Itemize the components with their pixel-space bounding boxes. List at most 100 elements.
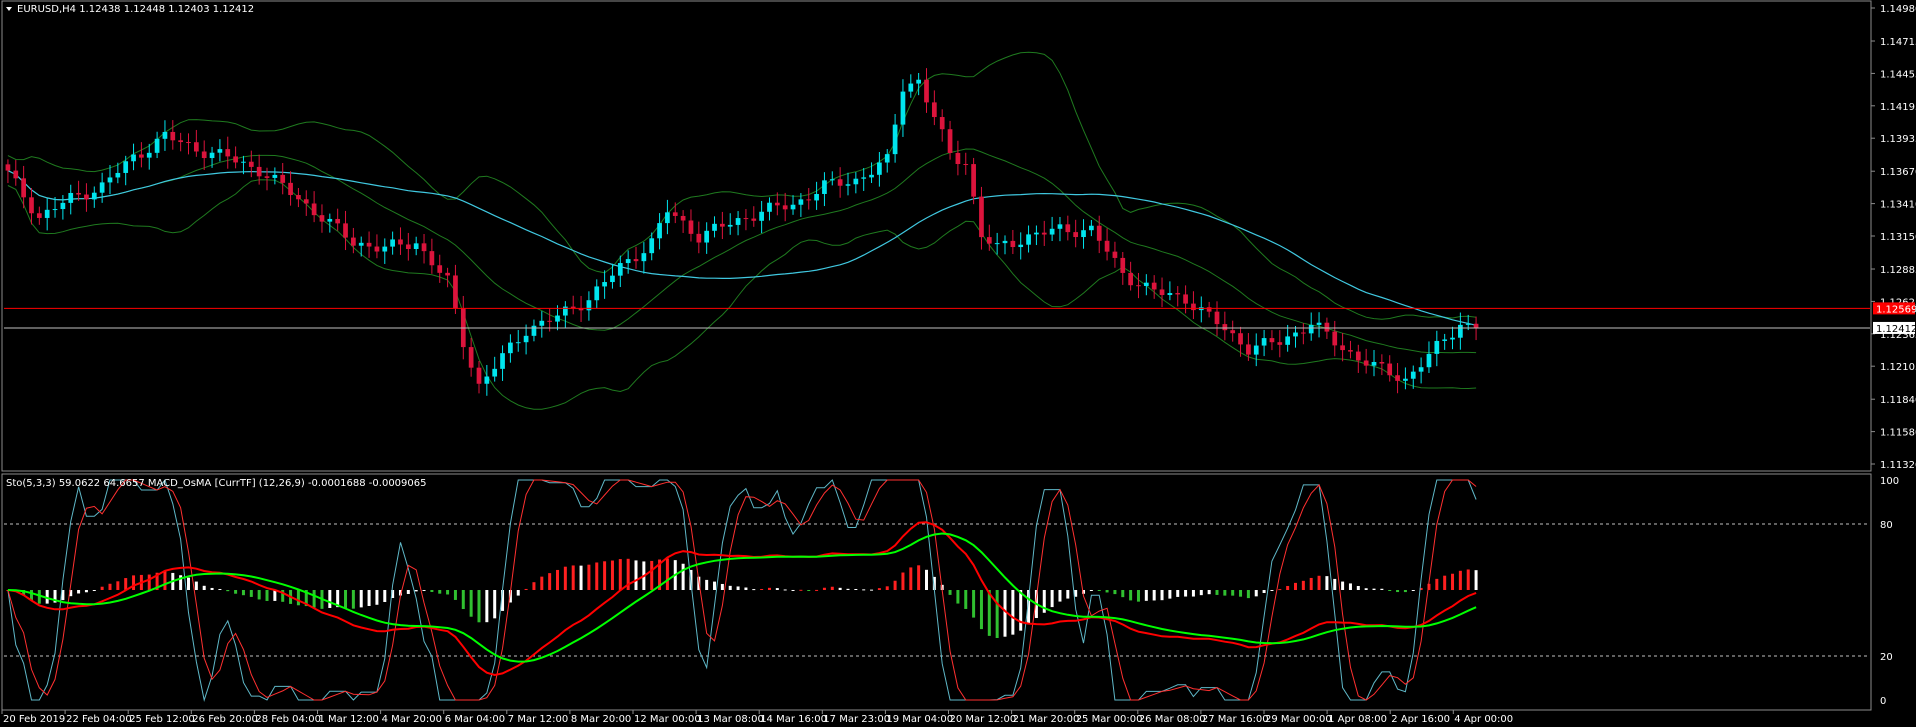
osma-bar — [147, 574, 151, 590]
osma-bar — [1184, 590, 1188, 597]
candle — [798, 193, 804, 217]
candle — [178, 132, 184, 152]
osma-bar — [1474, 570, 1478, 590]
time-tick-label: 4 Apr 00:00 — [1454, 714, 1513, 725]
candle — [413, 236, 419, 256]
osma-bar — [92, 590, 96, 591]
symbol-header: EURUSD,H4 1.12438 1.12448 1.12403 1.1241… — [17, 4, 254, 15]
osma-bar — [846, 588, 850, 590]
osma-bar — [1333, 578, 1337, 590]
candle — [264, 167, 270, 191]
osma-bar — [783, 589, 787, 591]
candle — [1112, 241, 1118, 268]
osma-bar — [1451, 573, 1455, 590]
time-tick-label: 17 Mar 23:00 — [823, 714, 890, 725]
candle — [727, 213, 733, 235]
osma-bar — [1364, 588, 1368, 590]
osma-bar — [257, 590, 261, 600]
candle — [680, 210, 686, 233]
candle — [1285, 324, 1291, 352]
osma-bar — [249, 590, 253, 597]
time-tick-label: 20 Feb 2019 — [3, 714, 65, 725]
candle — [539, 311, 545, 338]
candle — [814, 181, 819, 210]
candle — [892, 113, 898, 163]
candle — [955, 140, 961, 176]
osma-bar — [1113, 590, 1117, 595]
candle — [720, 211, 725, 240]
osma-bar — [893, 580, 897, 590]
candle — [1081, 219, 1086, 249]
osma-bar — [830, 586, 834, 590]
osma-bar — [375, 590, 379, 605]
osma-bar — [446, 590, 450, 595]
symbol-menu-triangle-icon[interactable] — [6, 7, 12, 11]
candle — [99, 172, 105, 203]
osma-bar — [587, 564, 591, 590]
osma-bar — [548, 573, 552, 590]
candle — [225, 136, 231, 169]
candle — [303, 190, 309, 216]
candle — [1340, 332, 1345, 362]
candle — [162, 120, 168, 151]
candle — [170, 120, 176, 150]
osma-bar — [296, 590, 300, 606]
osma-bar — [540, 576, 544, 590]
osma-bar — [1215, 590, 1219, 595]
candle — [84, 183, 89, 212]
time-tick-label: 13 Mar 08:00 — [697, 714, 764, 725]
candle — [60, 195, 66, 220]
osma-bar — [1199, 590, 1203, 596]
candle — [1167, 281, 1173, 301]
candle — [131, 143, 136, 171]
osma-bar — [312, 590, 316, 608]
current-price-label: 1.12412 — [1876, 324, 1916, 335]
time-tick-label: 14 Mar 16:00 — [760, 714, 827, 725]
candle — [1136, 272, 1141, 299]
lower-band — [7, 179, 1477, 410]
osma-bar — [477, 590, 481, 623]
candle — [429, 238, 435, 274]
candle — [500, 345, 505, 381]
candle — [1010, 230, 1016, 255]
trading-chart[interactable]: 1.14980 1.14715 1.14455 1.14195 1.13935 1.136… — [0, 0, 1916, 727]
osma-bar — [1356, 585, 1360, 590]
time-tick-label: 8 Mar 20:00 — [571, 714, 631, 725]
osma-bar — [956, 590, 960, 604]
osma-bar — [1089, 590, 1093, 591]
oscillator-tick-label: 20 — [1880, 652, 1893, 663]
candle — [186, 133, 191, 155]
osma-bar — [775, 588, 779, 590]
osma-bar — [681, 563, 685, 590]
candle — [1151, 275, 1157, 299]
candle — [759, 200, 764, 234]
osma-bar — [885, 586, 889, 590]
osma-bar — [650, 560, 654, 590]
candle — [657, 213, 662, 250]
osma-bar — [132, 575, 136, 590]
time-tick-label: 20 Mar 12:00 — [950, 714, 1017, 725]
candle — [1002, 235, 1008, 255]
price-tick-label: 1.13670 — [1880, 167, 1916, 178]
osma-bar — [1239, 590, 1243, 597]
candle — [343, 210, 348, 251]
osma-bar — [571, 565, 575, 590]
candle — [837, 167, 843, 198]
candle — [743, 209, 749, 231]
candle — [1395, 363, 1400, 394]
candle — [139, 142, 144, 168]
candle — [492, 356, 498, 382]
candle — [1458, 312, 1463, 350]
candle — [146, 143, 152, 170]
candle — [939, 109, 945, 142]
osma-bar — [603, 561, 607, 590]
oscillator-header: Sto(5,3,3) 59.0622 64.6657 MACD_OsMA [Cu… — [6, 478, 427, 489]
candle — [1238, 326, 1243, 357]
candle — [1041, 220, 1047, 246]
candle — [649, 232, 655, 261]
time-tick-label: 26 Mar 08:00 — [1139, 714, 1206, 725]
candle — [1073, 219, 1079, 248]
osma-bar — [438, 590, 442, 594]
candle — [1018, 232, 1024, 260]
candle — [311, 191, 317, 223]
